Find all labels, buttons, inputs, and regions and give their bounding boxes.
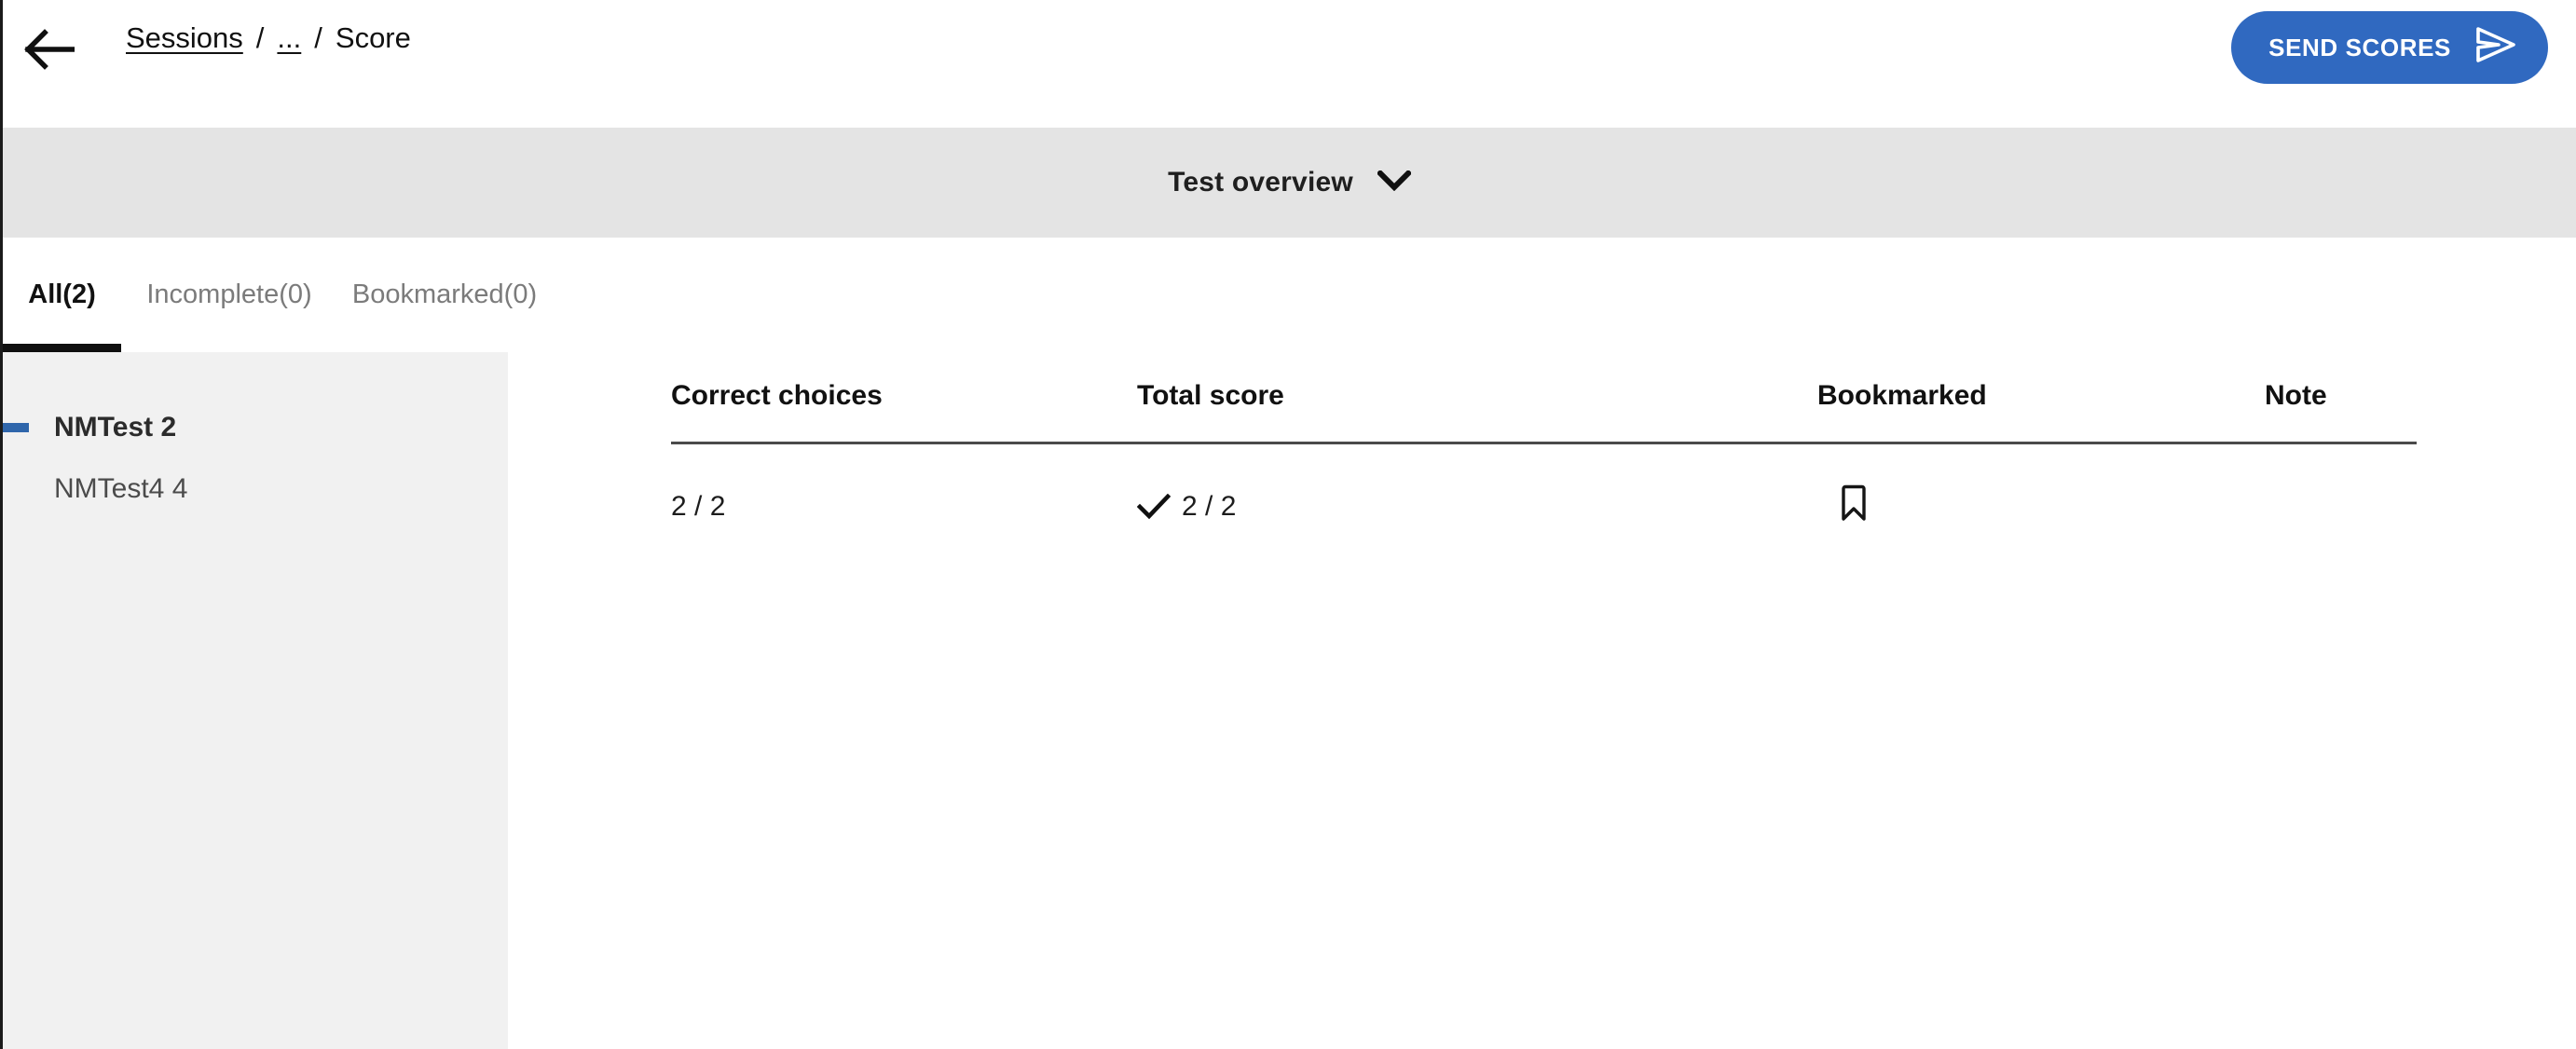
- content-area: NMTest 2 NMTest4 4 Correct choices Total…: [3, 352, 2576, 1049]
- score-table-body: 2 / 2 2 / 2: [671, 443, 2417, 533]
- table-row: 2 / 2 2 / 2: [671, 443, 2417, 533]
- score-detail-panel: Correct choices Total score Bookmarked N…: [508, 352, 2576, 1049]
- breadcrumb-ellipsis-link[interactable]: ...: [277, 21, 301, 55]
- header-correct-choices: Correct choices: [671, 380, 883, 411]
- cell-total-score: 2 / 2: [1137, 443, 1817, 533]
- tab-all[interactable]: All(2): [3, 238, 121, 352]
- chevron-down-icon: [1376, 169, 1413, 196]
- score-table-head: Correct choices Total score Bookmarked N…: [671, 380, 2417, 443]
- score-page: Sessions / ... / Score SEND SCORES Test …: [0, 0, 2576, 1049]
- score-table: Correct choices Total score Bookmarked N…: [671, 380, 2417, 533]
- arrow-left-icon: [24, 28, 75, 73]
- send-scores-button[interactable]: SEND SCORES: [2231, 11, 2548, 84]
- breadcrumb-current: Score: [335, 21, 411, 54]
- tab-all-label: All(2): [28, 279, 96, 309]
- check-icon: [1137, 494, 1171, 520]
- score-table-header-row: Correct choices Total score Bookmarked N…: [671, 380, 2417, 443]
- cell-bookmarked: [1817, 443, 2265, 533]
- bookmark-toggle[interactable]: [1817, 484, 2265, 529]
- tab-bookmarked[interactable]: Bookmarked(0): [337, 238, 552, 352]
- header-note: Note: [2265, 380, 2327, 411]
- breadcrumb-separator-1: /: [255, 21, 265, 54]
- sidebar-item-label: NMTest4 4: [54, 473, 188, 504]
- breadcrumb-sessions-link[interactable]: Sessions: [126, 21, 243, 55]
- total-score-value: 2 / 2: [1182, 491, 1237, 523]
- back-button[interactable]: [20, 20, 79, 80]
- sidebar-item-label: NMTest 2: [54, 412, 177, 443]
- active-item-marker: [3, 423, 29, 432]
- tab-incomplete-label: Incomplete(0): [146, 279, 312, 309]
- header-total-score: Total score: [1137, 380, 1284, 411]
- sidebar-item-nmtest4-4[interactable]: NMTest4 4: [3, 458, 508, 520]
- cell-correct-choices: 2 / 2: [671, 491, 726, 523]
- tab-incomplete[interactable]: Incomplete(0): [121, 238, 337, 352]
- tab-active-underline: [3, 344, 121, 352]
- send-icon: [2475, 26, 2516, 70]
- breadcrumb-separator-2: /: [314, 21, 322, 54]
- sidebar-item-nmtest-2[interactable]: NMTest 2: [3, 397, 508, 458]
- test-list-sidebar: NMTest 2 NMTest4 4: [3, 352, 508, 1049]
- header-bookmarked: Bookmarked: [1817, 380, 1987, 411]
- score-table-wrapper: Correct choices Total score Bookmarked N…: [671, 380, 2417, 533]
- cell-note: [2265, 443, 2417, 533]
- breadcrumb: Sessions / ... / Score: [126, 21, 411, 55]
- filter-tabs: All(2) Incomplete(0) Bookmarked(0): [3, 238, 2576, 352]
- send-scores-label: SEND SCORES: [2268, 33, 2451, 61]
- test-overview-toggle[interactable]: Test overview: [3, 128, 2576, 238]
- bookmark-outline-icon: [1840, 484, 1868, 529]
- test-overview-label: Test overview: [1168, 167, 1353, 198]
- tab-bookmarked-label: Bookmarked(0): [351, 279, 538, 309]
- top-bar: Sessions / ... / Score SEND SCORES: [3, 0, 2576, 128]
